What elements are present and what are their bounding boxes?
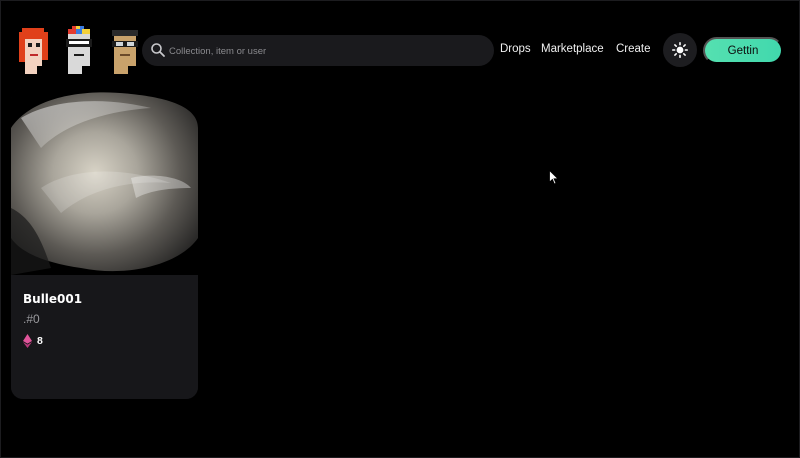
nav-link-drops[interactable]: Drops: [500, 43, 531, 55]
nft-card-body: Bulle001 .#0 8: [11, 275, 198, 399]
get-in-button[interactable]: Gettin: [703, 37, 783, 64]
nav-link-create[interactable]: Create: [616, 43, 651, 55]
ethereum-icon: [23, 334, 32, 348]
nft-image: [11, 88, 198, 275]
avatar-visor-icon: [66, 26, 92, 74]
site-header: Drops Marketplace Create Gettin: [0, 0, 800, 100]
pixel-avatars-logo[interactable]: [16, 26, 142, 76]
nft-title: Bulle001: [23, 292, 83, 306]
avatar-red-hair-icon: [19, 28, 48, 74]
nft-card[interactable]: Bulle001 .#0 8: [11, 88, 198, 399]
mouse-cursor-icon: [549, 170, 559, 185]
search-icon: [151, 43, 165, 57]
search-input[interactable]: [169, 41, 479, 61]
avatar-glasses-icon: [112, 30, 138, 74]
price-value: 8: [37, 335, 43, 347]
nav-link-marketplace[interactable]: Marketplace: [541, 43, 604, 55]
sun-icon: [672, 42, 688, 58]
nft-token-id: .#0: [23, 312, 40, 326]
nft-price: 8: [23, 334, 43, 348]
theme-toggle-button[interactable]: [663, 33, 697, 67]
search-bar[interactable]: [142, 35, 494, 66]
